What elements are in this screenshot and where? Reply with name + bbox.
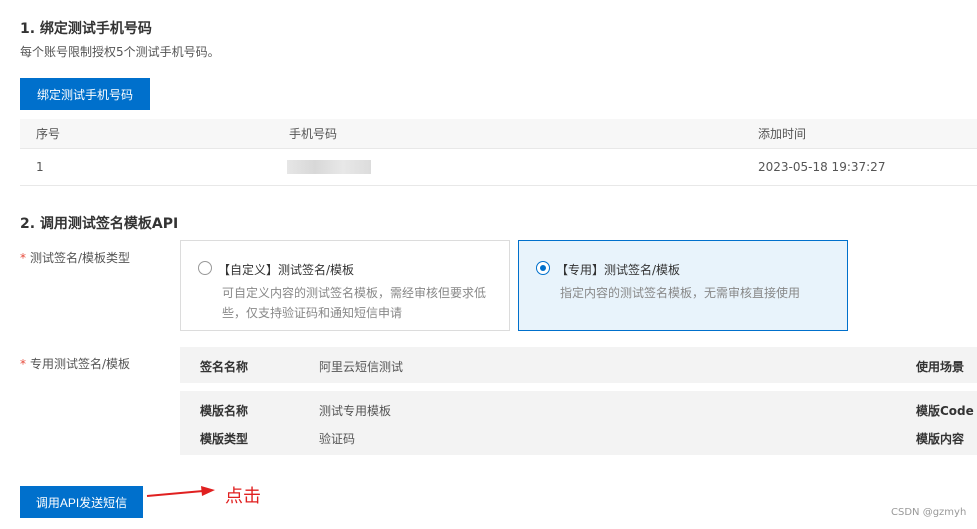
template-type-key: 模版类型 (200, 432, 249, 446)
section1-description: 每个账号限制授权5个测试手机号码。 (20, 45, 220, 59)
template-label-text: 专用测试签名/模板 (30, 357, 131, 371)
template-name-value: 测试专用模板 (319, 404, 392, 418)
signature-value: 阿里云短信测试 (319, 360, 404, 374)
option-custom-desc-line1: 可自定义内容的测试签名模板，需经审核但要求低 (222, 286, 487, 300)
template-name-key: 模版名称 (200, 404, 249, 418)
type-label-text: 测试签名/模板类型 (30, 251, 131, 265)
option-dedicated-description: 指定内容的测试签名模板，无需审核直接使用 (560, 283, 800, 303)
template-type-value: 验证码 (319, 432, 356, 446)
row-index: 1 (36, 160, 44, 174)
option-dedicated-title: 【专用】测试签名/模板 (556, 263, 681, 277)
type-label: * 测试签名/模板类型 (20, 249, 130, 266)
option-custom-title: 【自定义】测试签名/模板 (218, 263, 355, 277)
template-code-key: 模版Code (916, 404, 974, 418)
required-mark: * (20, 251, 26, 265)
table-row: 1 2023-05-18 19:37:27 (20, 149, 977, 186)
click-annotation: 点击 (225, 486, 261, 507)
option-dedicated-desc-line1: 指定内容的测试签名模板，无需审核直接使用 (560, 286, 801, 300)
watermark: CSDN @gzmyh (891, 507, 967, 518)
row-phone-masked (287, 149, 371, 185)
usage-scene-key: 使用场景 (916, 360, 965, 374)
red-arrow-icon (146, 486, 215, 497)
option-custom-desc-line2: 些，仅支持验证码和通知短信申请 (222, 306, 403, 320)
radio-dedicated[interactable] (536, 261, 550, 275)
template-label: * 专用测试签名/模板 (20, 355, 130, 372)
header-added-time: 添加时间 (758, 127, 807, 141)
signature-info-block: 签名名称 阿里云短信测试 使用场景 (180, 347, 977, 383)
template-content-key: 模版内容 (916, 432, 965, 446)
section1-title: 1. 绑定测试手机号码 (20, 21, 152, 37)
signature-key: 签名名称 (200, 360, 249, 374)
header-phone: 手机号码 (289, 127, 338, 141)
table-header: 序号 手机号码 添加时间 (20, 119, 977, 149)
option-custom-card[interactable]: 【自定义】测试签名/模板 可自定义内容的测试签名模板，需经审核但要求低 些，仅支… (180, 240, 510, 331)
masked-phone-placeholder (287, 160, 371, 174)
option-custom-description: 可自定义内容的测试签名模板，需经审核但要求低 些，仅支持验证码和通知短信申请 (222, 283, 486, 323)
call-api-send-sms-button[interactable]: 调用API发送短信 (20, 486, 143, 518)
radio-custom[interactable] (198, 261, 212, 275)
section2-title: 2. 调用测试签名模板API (20, 216, 179, 232)
row-added-time: 2023-05-18 19:37:27 (758, 160, 886, 174)
phone-table: 序号 手机号码 添加时间 1 2023-05-18 19:37:27 (20, 119, 977, 186)
header-index: 序号 (36, 127, 61, 141)
option-dedicated-card[interactable]: 【专用】测试签名/模板 指定内容的测试签名模板，无需审核直接使用 (518, 240, 848, 331)
bind-phone-button[interactable]: 绑定测试手机号码 (20, 78, 150, 110)
required-mark: * (20, 357, 26, 371)
template-info-block: 模版名称 测试专用模板 模版Code 模版类型 验证码 模版内容 (180, 391, 977, 455)
